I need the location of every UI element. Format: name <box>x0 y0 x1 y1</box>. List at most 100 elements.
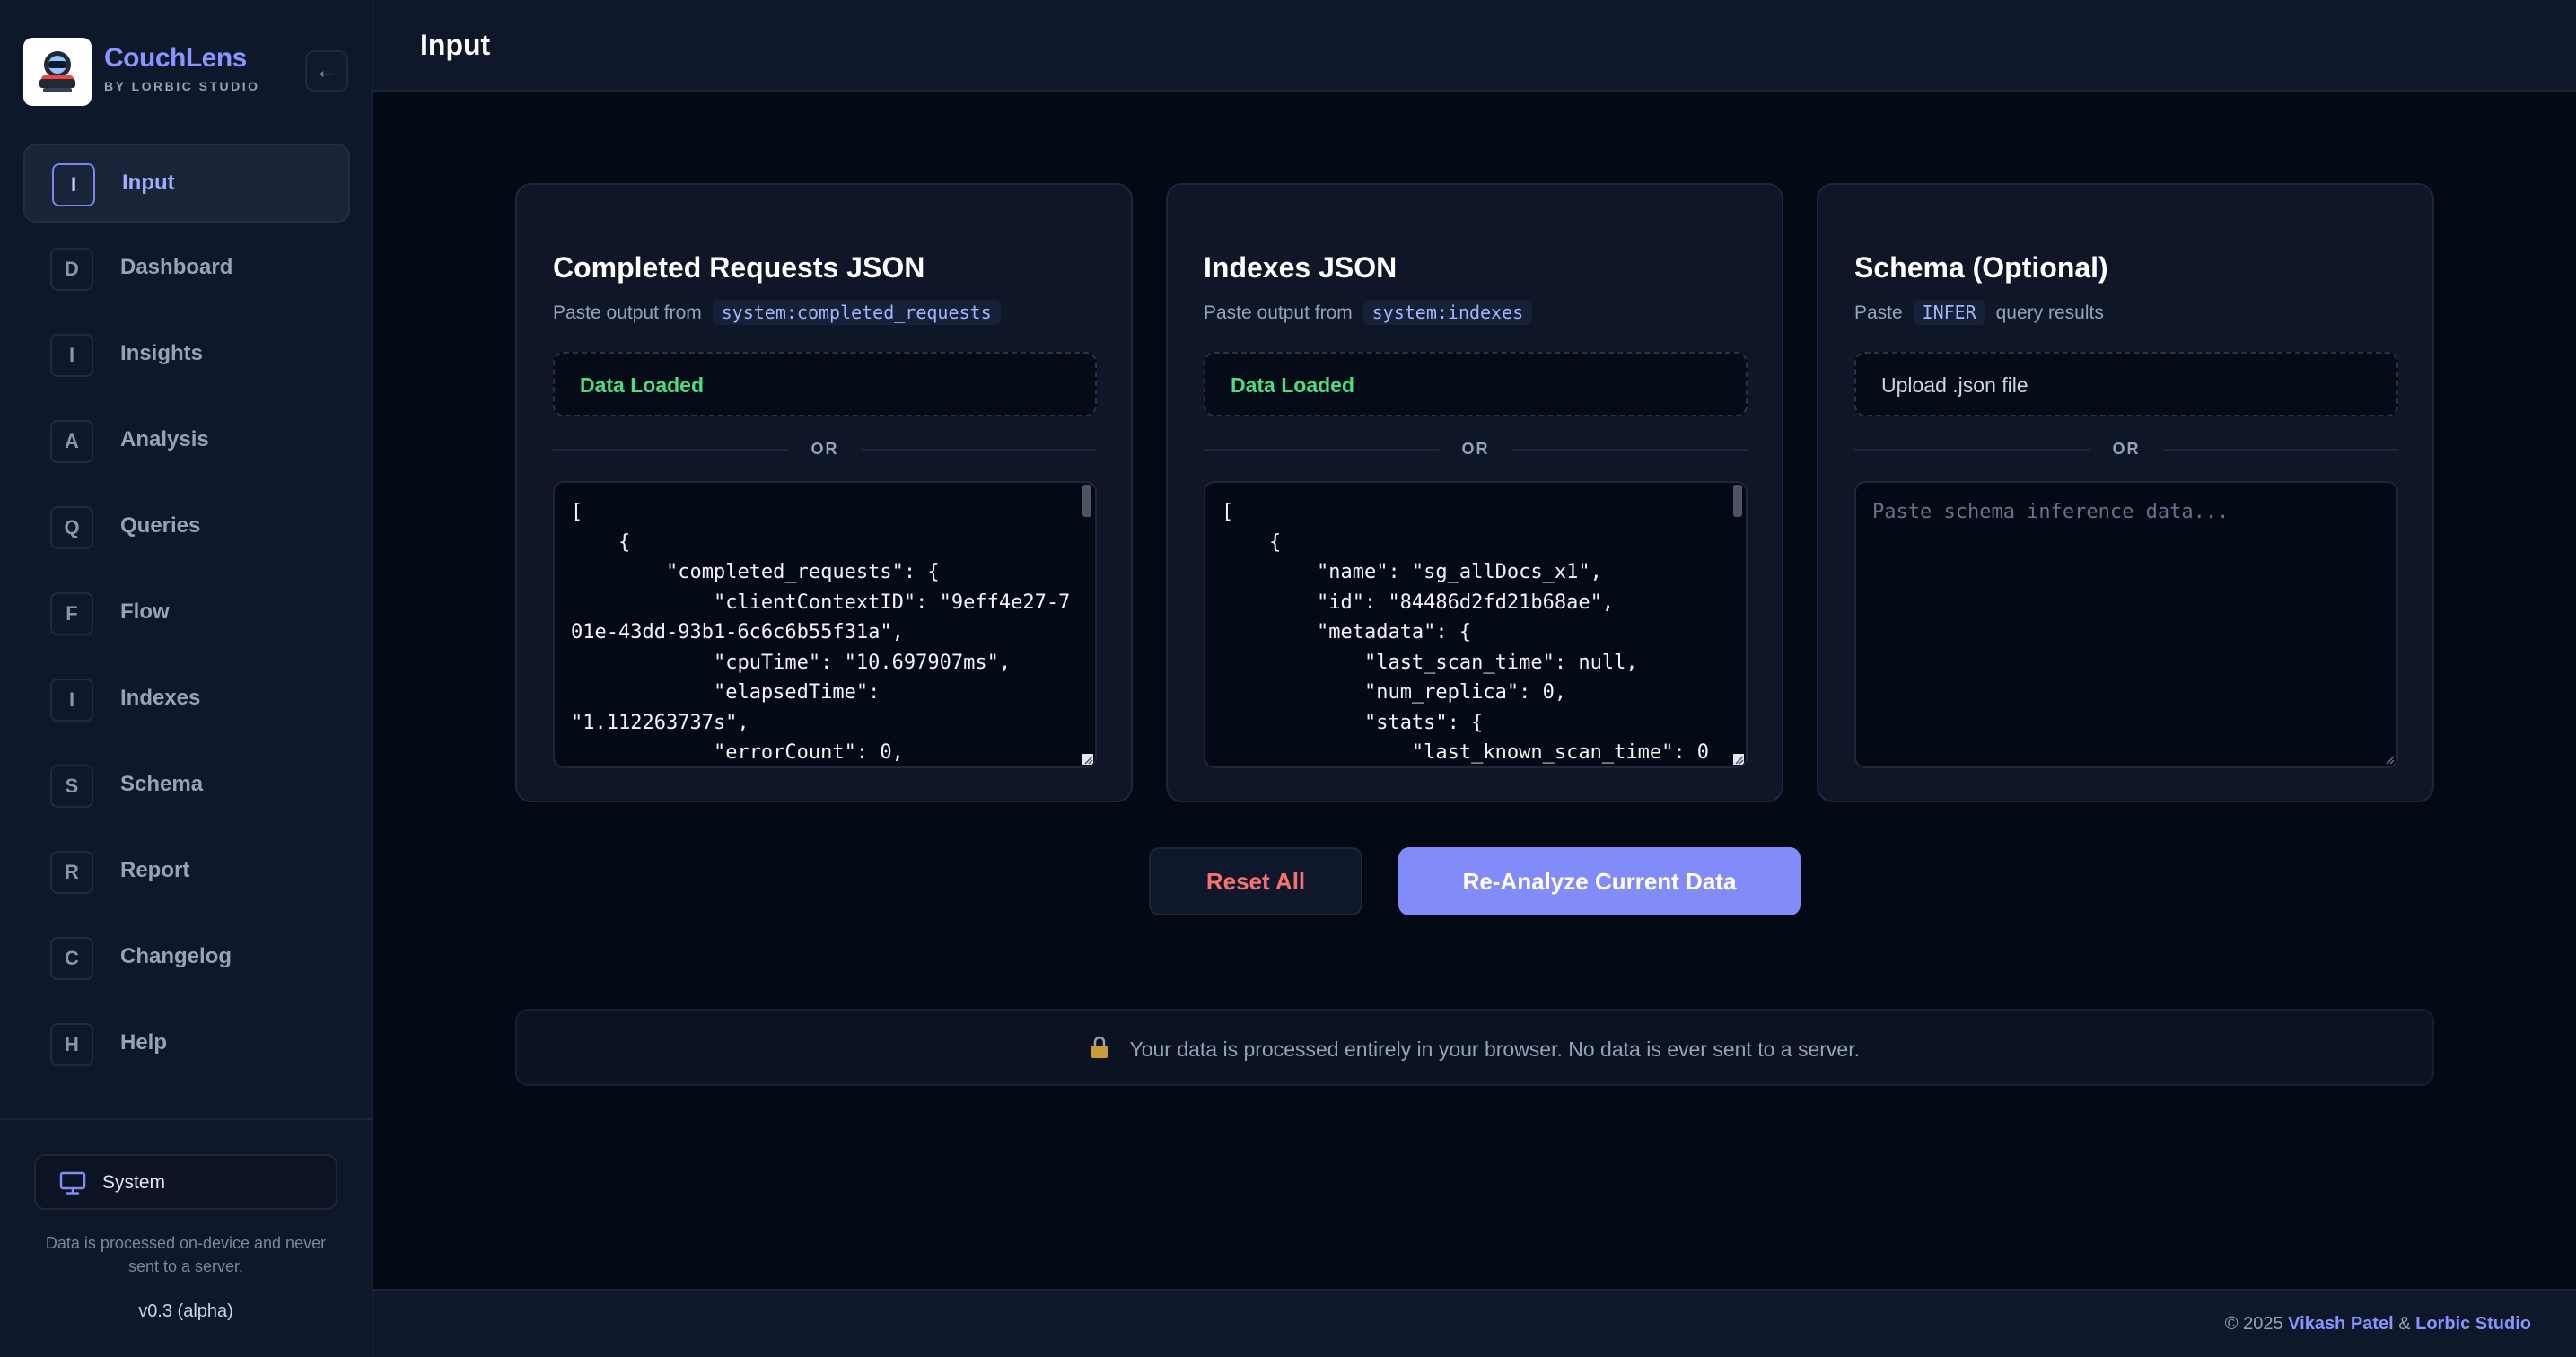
brand[interactable]: CouchLens BY LORBIC STUDIO <box>23 38 350 106</box>
code-chip: system:indexes <box>1362 300 1533 325</box>
author-link[interactable]: Vikash Patel <box>2288 1314 2393 1334</box>
footer: © 2025 Vikash Patel & Lorbic Studio <box>373 1289 2576 1357</box>
card-subtitle: Paste INFER query results <box>1854 300 2104 325</box>
divider-line <box>2163 449 2398 451</box>
sidebar-item-queries[interactable]: Q Queries <box>23 488 350 567</box>
nav-badge: R <box>50 851 93 894</box>
or-divider: OR <box>1204 436 1748 463</box>
arrow-left-icon: ← <box>315 57 338 83</box>
sidebar-item-label: Help <box>120 1030 168 1055</box>
or-divider: OR <box>1854 436 2398 463</box>
scrollbar-thumb[interactable] <box>1733 485 1742 517</box>
card-subtitle: Paste output from system:indexes <box>1204 300 1538 325</box>
logo <box>23 38 92 106</box>
footer-credits: © 2025 Vikash Patel & Lorbic Studio <box>2225 1314 2531 1335</box>
resize-handle-icon[interactable] <box>2384 754 2395 765</box>
sidebar-nav: I Input D Dashboard I Insights A Analysi… <box>23 144 350 1091</box>
nav-badge: H <box>50 1023 93 1066</box>
sidebar-item-label: Analysis <box>120 427 209 451</box>
nav-badge: I <box>50 678 93 722</box>
reset-all-button[interactable]: Reset All <box>1149 847 1362 915</box>
indexes-textarea[interactable]: [ { "name": "sg_allDocs_x1", "id": "8448… <box>1204 481 1748 768</box>
copyright-text: © 2025 <box>2224 1314 2283 1334</box>
sidebar-item-insights[interactable]: I Insights <box>23 316 350 395</box>
completed-requests-card: Completed Requests JSON Paste output fro… <box>515 183 1133 802</box>
file-drop-zone[interactable]: Data Loaded <box>553 352 1097 416</box>
sidebar-item-analysis[interactable]: A Analysis <box>23 402 350 481</box>
sidebar-item-dashboard[interactable]: D Dashboard <box>23 230 350 309</box>
top-header: Input <box>373 0 2576 92</box>
subtitle-text: Paste output from <box>1204 302 1353 323</box>
ampersand-text: & <box>2398 1314 2411 1334</box>
sidebar-item-label: Schema <box>120 772 204 796</box>
card-title: Indexes JSON <box>1204 251 1398 284</box>
sidebar-item-help[interactable]: H Help <box>23 1005 350 1084</box>
monitor-icon <box>59 1171 86 1195</box>
or-divider: OR <box>553 436 1097 463</box>
re-analyze-button[interactable]: Re-Analyze Current Data <box>1398 847 1801 915</box>
resize-handle-icon[interactable] <box>1733 754 1744 765</box>
subtitle-text: Paste output from <box>553 302 702 323</box>
sidebar-item-label: Changelog <box>120 944 232 968</box>
subtitle-text: Paste <box>1854 302 1903 323</box>
indexes-card: Indexes JSON Paste output from system:in… <box>1166 183 1783 802</box>
sidebar-item-label: Input <box>122 171 175 195</box>
card-subtitle: Paste output from system:completed_reque… <box>553 300 1006 325</box>
app-root: CouchLens BY LORBIC STUDIO ← I Input D D… <box>0 0 2576 1357</box>
brand-name: CouchLens <box>104 43 247 73</box>
textarea-content: [ { "name": "sg_allDocs_x1", "id": "8448… <box>1222 501 1710 764</box>
scrollbar-thumb[interactable] <box>1082 485 1091 517</box>
sidebar-item-flow[interactable]: F Flow <box>23 574 350 653</box>
nav-badge: D <box>50 248 93 291</box>
drop-zone-status: Data Loaded <box>580 373 705 397</box>
sidebar-item-label: Dashboard <box>120 255 233 279</box>
schema-textarea[interactable]: Paste schema inference data... <box>1854 481 2398 768</box>
sidebar-item-label: Queries <box>120 513 201 538</box>
divider-line <box>862 449 1097 451</box>
privacy-side-note: Data is processed on-device and never se… <box>45 1234 327 1275</box>
nav-badge: I <box>50 334 93 377</box>
code-chip: INFER <box>1913 300 1985 325</box>
sidebar-item-changelog[interactable]: C Changelog <box>23 919 350 998</box>
schema-card: Schema (Optional) Paste INFER query resu… <box>1817 183 2434 802</box>
textarea-placeholder: Paste schema inference data... <box>1872 501 2230 523</box>
code-chip: system:completed_requests <box>712 300 1001 325</box>
sidebar-divider <box>0 1118 372 1120</box>
textarea-content: [ { "completed_requests": { "clientConte… <box>571 501 1071 764</box>
card-title: Schema (Optional) <box>1854 251 2108 284</box>
drop-zone-status: Data Loaded <box>1231 373 1355 397</box>
nav-badge: I <box>52 163 95 206</box>
page-title: Input <box>420 29 491 61</box>
version-label: v0.3 (alpha) <box>138 1301 233 1321</box>
sidebar-item-schema[interactable]: S Schema <box>23 747 350 826</box>
sidebar-item-input[interactable]: I Input <box>23 144 350 223</box>
privacy-text: Your data is processed entirely in your … <box>1129 1037 1860 1061</box>
card-title: Completed Requests JSON <box>553 251 925 284</box>
resize-handle-icon[interactable] <box>1082 754 1093 765</box>
theme-label: System <box>102 1172 166 1193</box>
sidebar-item-label: Indexes <box>120 686 201 710</box>
privacy-content: Your data is processed entirely in your … <box>517 1036 2432 1062</box>
studio-link[interactable]: Lorbic Studio <box>2415 1314 2531 1334</box>
sidebar-item-label: Report <box>120 858 190 882</box>
completed-requests-textarea[interactable]: [ { "completed_requests": { "clientConte… <box>553 481 1097 768</box>
upload-label: Upload .json file <box>1881 373 2028 397</box>
theme-toggle-button[interactable]: System <box>34 1154 337 1210</box>
nav-badge: Q <box>50 506 93 549</box>
nav-badge: A <box>50 420 93 463</box>
nav-badge: F <box>50 592 93 635</box>
nav-badge: S <box>50 765 93 808</box>
sidebar-item-label: Flow <box>120 600 170 624</box>
collapse-sidebar-button[interactable]: ← <box>305 50 348 92</box>
sidebar-item-indexes[interactable]: I Indexes <box>23 661 350 740</box>
lock-icon <box>1091 1036 1108 1058</box>
file-drop-zone[interactable]: Data Loaded <box>1204 352 1748 416</box>
sidebar: CouchLens BY LORBIC STUDIO ← I Input D D… <box>0 0 373 1357</box>
divider-line <box>1512 449 1748 451</box>
subtitle-suffix: query results <box>1995 302 2104 323</box>
couch-logo-icon <box>39 51 75 92</box>
sidebar-item-label: Insights <box>120 341 204 365</box>
file-upload-zone[interactable]: Upload .json file <box>1854 352 2398 416</box>
sidebar-item-report[interactable]: R Report <box>23 833 350 912</box>
nav-badge: C <box>50 937 93 980</box>
